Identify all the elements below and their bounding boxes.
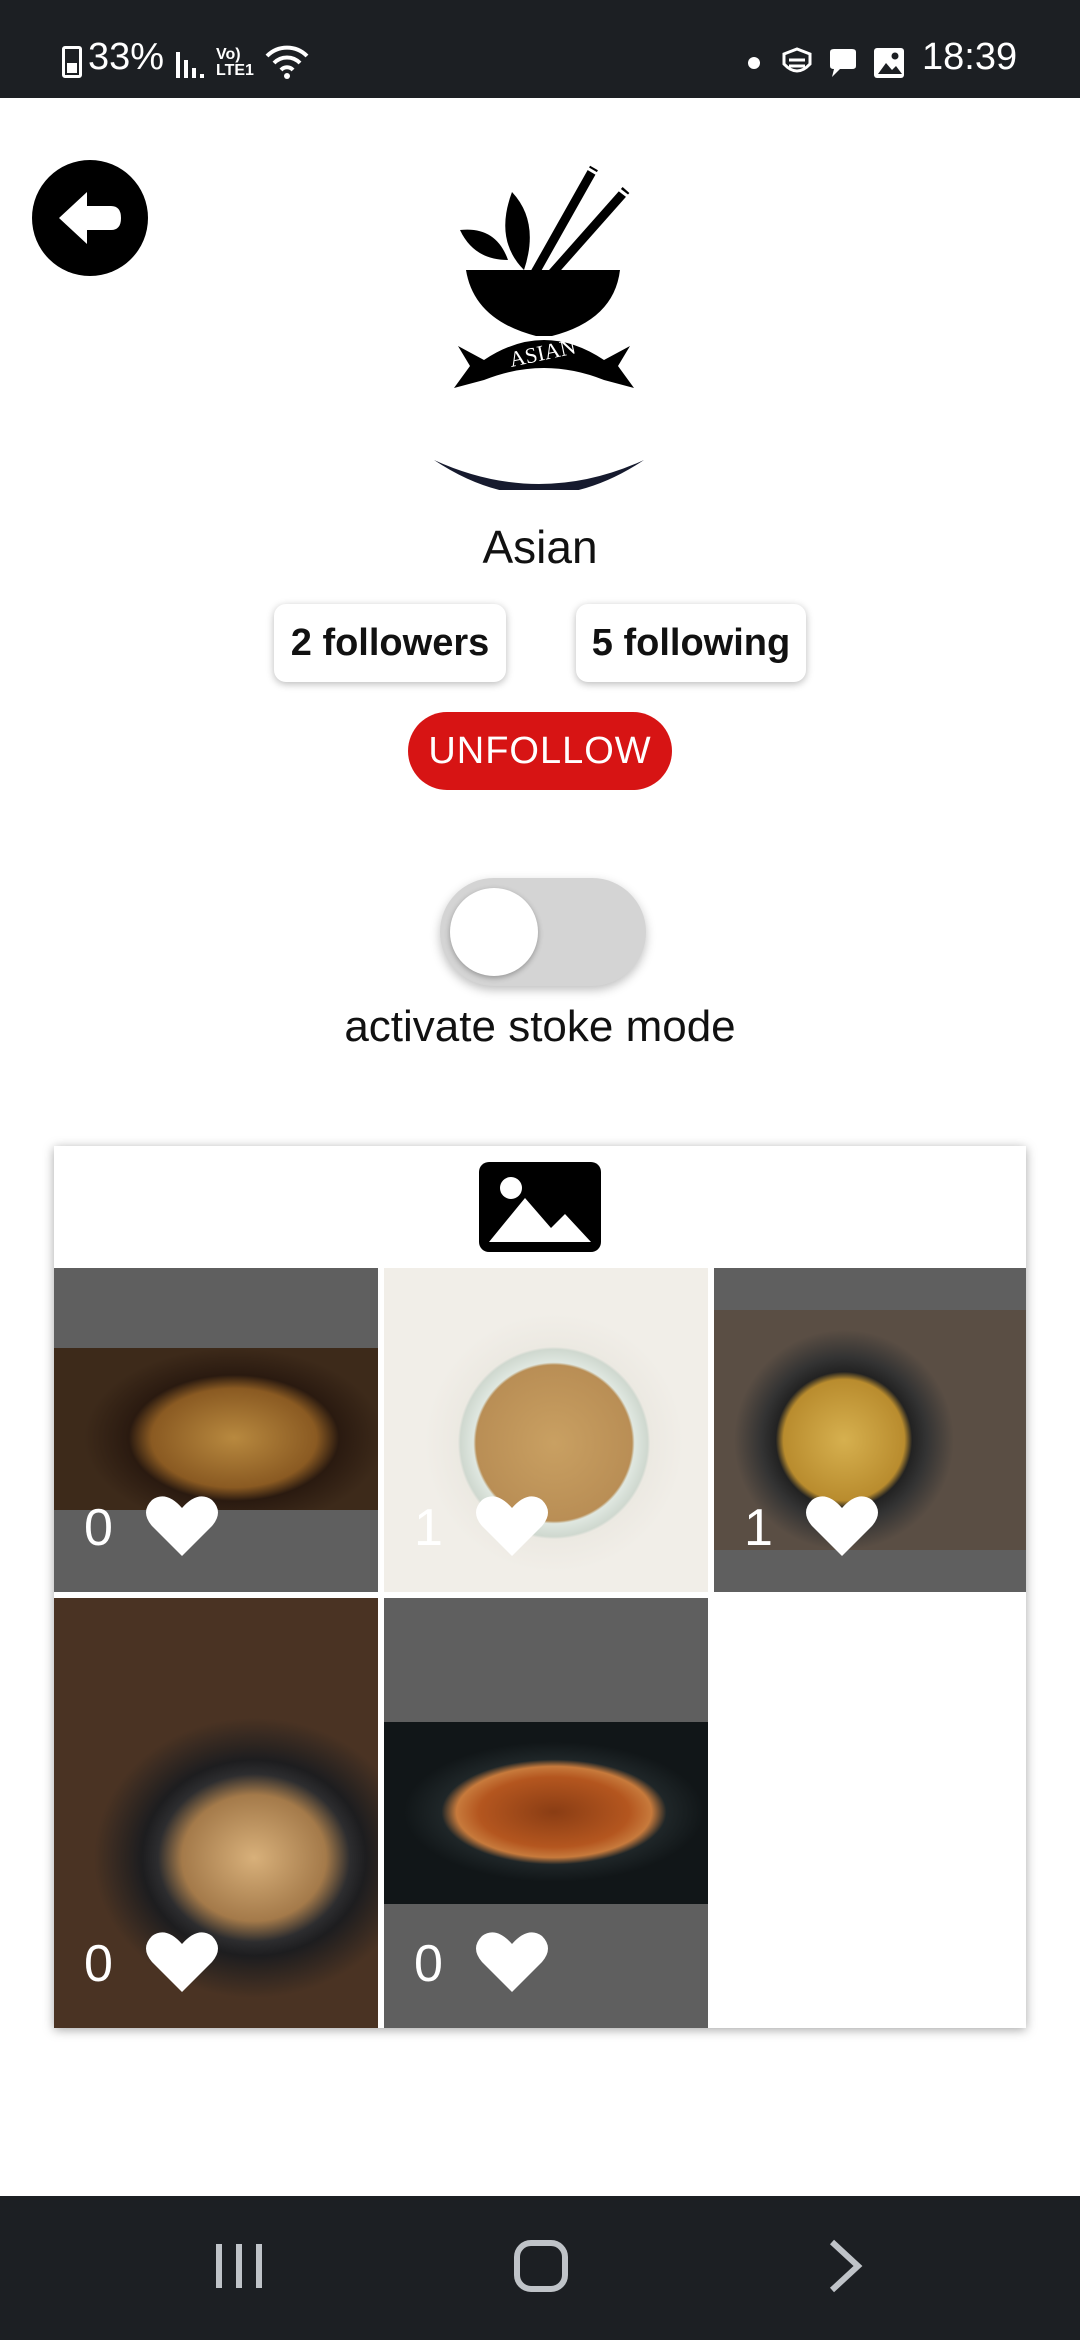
app-notification-icon bbox=[782, 47, 812, 73]
image-icon bbox=[479, 1162, 601, 1252]
battery-level: 33% bbox=[88, 36, 165, 78]
arrow-left-icon bbox=[59, 192, 121, 244]
gallery-header[interactable] bbox=[54, 1146, 1026, 1268]
heart-icon[interactable] bbox=[144, 1930, 220, 1994]
like-count: 0 bbox=[84, 1499, 113, 1557]
stoke-mode-toggle[interactable] bbox=[440, 878, 646, 986]
status-bar: 33% Vo) LTE1 18:39 bbox=[0, 0, 1080, 98]
food-photo bbox=[384, 1722, 708, 1904]
gallery-icon bbox=[874, 48, 904, 78]
profile-logo: ASIAN FOOD bbox=[454, 165, 634, 398]
stoke-mode-label: activate stoke mode bbox=[344, 1002, 736, 1051]
post-tile[interactable]: 0 bbox=[54, 1598, 378, 2028]
following-button[interactable]: 5 following bbox=[576, 604, 806, 682]
unfollow-button[interactable]: UNFOLLOW bbox=[408, 712, 672, 790]
heart-icon[interactable] bbox=[474, 1930, 550, 1994]
home-icon[interactable] bbox=[514, 2238, 568, 2294]
like-count: 0 bbox=[84, 1935, 113, 1993]
like-count: 1 bbox=[414, 1499, 443, 1557]
heart-icon[interactable] bbox=[804, 1494, 880, 1558]
recents-icon[interactable] bbox=[214, 2238, 264, 2294]
avatar-ring bbox=[434, 460, 644, 490]
like-count: 1 bbox=[744, 1499, 773, 1557]
post-tile[interactable]: 1 bbox=[714, 1268, 1026, 1592]
wifi-icon bbox=[265, 45, 309, 79]
heart-icon[interactable] bbox=[474, 1494, 550, 1558]
system-nav-bar bbox=[0, 2196, 1080, 2340]
followers-button[interactable]: 2 followers bbox=[274, 604, 506, 682]
battery-icon bbox=[62, 46, 82, 78]
back-icon[interactable] bbox=[826, 2238, 866, 2294]
signal-icon bbox=[176, 52, 204, 78]
post-tile[interactable]: 0 bbox=[384, 1598, 708, 2028]
post-tile[interactable]: 1 bbox=[384, 1268, 708, 1592]
toggle-thumb bbox=[450, 888, 538, 976]
food-photo bbox=[54, 1348, 378, 1510]
back-button[interactable] bbox=[32, 160, 148, 276]
like-count: 0 bbox=[414, 1935, 443, 1993]
profile-name: Asian bbox=[482, 521, 598, 573]
heart-icon[interactable] bbox=[144, 1494, 220, 1558]
post-gallery: 0 1 1 0 0 bbox=[54, 1146, 1026, 2028]
clock: 18:39 bbox=[922, 36, 1018, 78]
post-tile[interactable]: 0 bbox=[54, 1268, 378, 1592]
notification-dot-icon bbox=[748, 57, 760, 69]
network-type: Vo) LTE1 bbox=[216, 46, 254, 79]
chat-icon bbox=[830, 49, 856, 77]
